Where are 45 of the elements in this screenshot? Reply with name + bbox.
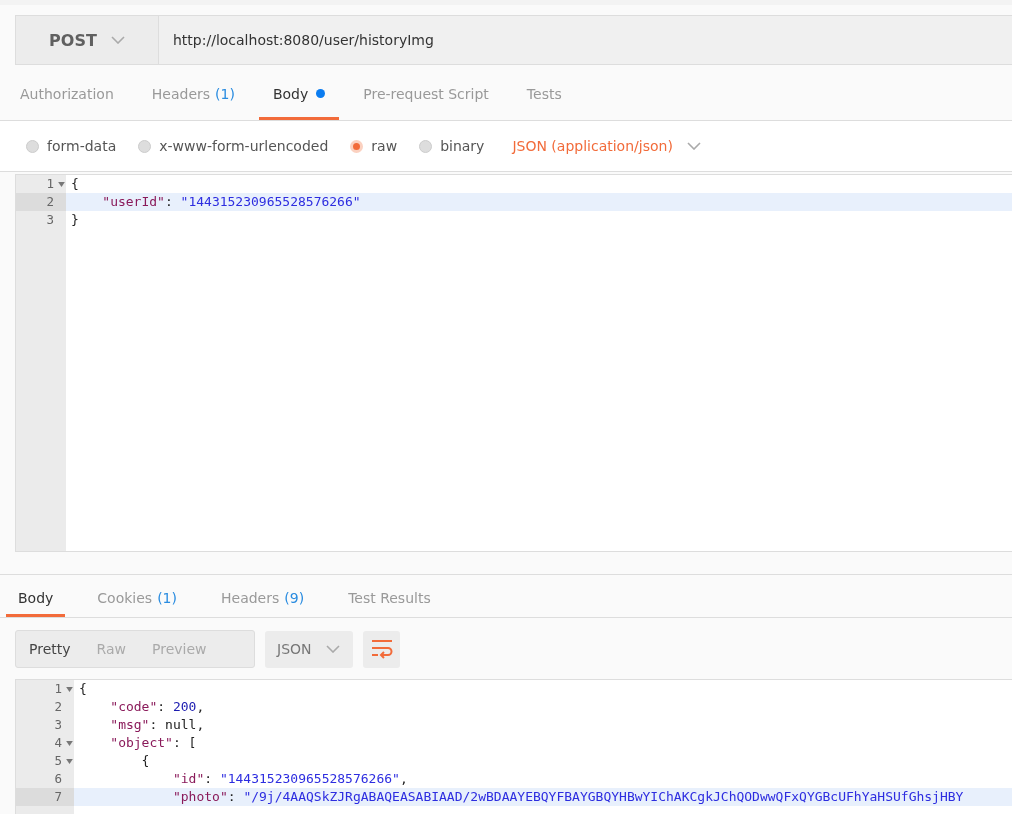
body-mode-radio[interactable]: binary: [419, 138, 485, 154]
code-line: "userId": "144315230965528576266": [101, 193, 361, 211]
code-line: "id": "144315230965528576266",: [171, 770, 408, 788]
content-type-dropdown[interactable]: JSON (application/json): [506, 137, 707, 155]
format-dropdown[interactable]: JSON: [265, 630, 353, 668]
line-number: 1: [46, 175, 55, 193]
fold-arrow-icon[interactable]: [65, 758, 73, 764]
response-tab[interactable]: Cookies (1): [85, 575, 189, 617]
request-tab[interactable]: Tests: [512, 70, 576, 120]
view-mode-button[interactable]: Raw: [83, 631, 139, 667]
code-line: }: [70, 211, 79, 229]
code-line: "code": 200,: [109, 698, 205, 716]
code-line: "object": [: [109, 734, 197, 752]
wrap-lines-icon: [370, 639, 393, 659]
fold-arrow-icon[interactable]: [57, 181, 65, 187]
fold-arrow-icon[interactable]: [65, 740, 73, 746]
line-number: 5: [54, 752, 63, 770]
request-tab[interactable]: Authorization: [6, 70, 128, 120]
request-tab[interactable]: Pre-request Script: [349, 70, 503, 120]
code-line: "msg": null,: [109, 716, 205, 734]
line-number: 2: [46, 193, 55, 211]
line-number: 2: [54, 698, 63, 716]
line-number: 3: [46, 211, 55, 229]
code-line: {: [78, 680, 87, 698]
body-mode-radio[interactable]: form-data: [26, 138, 117, 154]
wrap-lines-button[interactable]: [363, 630, 400, 668]
response-tab[interactable]: Headers (9): [209, 575, 317, 617]
line-number: 3: [54, 716, 63, 734]
view-mode-button[interactable]: Pretty: [16, 631, 84, 667]
chevron-down-icon: [686, 142, 701, 150]
code-line: "photo": "/9j/4AAQSkZJRgABAQEASABIAAD/2wBDAAYEBQYFBAYGBQYHBwYIChAKCgkJChQODwwQFxQYGBcUFhYaHSUfGhsjHBY: [171, 788, 964, 806]
line-number: 1: [54, 680, 63, 698]
body-mode-radio[interactable]: raw: [350, 138, 398, 154]
body-mode-radio[interactable]: x-www-form-urlencoded: [138, 138, 329, 154]
fold-arrow-icon[interactable]: [65, 686, 73, 692]
line-number: 7: [54, 788, 63, 806]
request-tab[interactable]: Headers (1): [137, 70, 249, 120]
response-tab[interactable]: Test Results: [336, 575, 443, 617]
chevron-down-icon: [325, 645, 340, 653]
code-line: {: [70, 175, 79, 193]
view-mode-button[interactable]: Preview: [139, 631, 220, 667]
line-number: 6: [54, 770, 63, 788]
line-number: 4: [54, 734, 63, 752]
response-tab[interactable]: Body: [6, 575, 66, 617]
code-line: {: [140, 752, 150, 770]
